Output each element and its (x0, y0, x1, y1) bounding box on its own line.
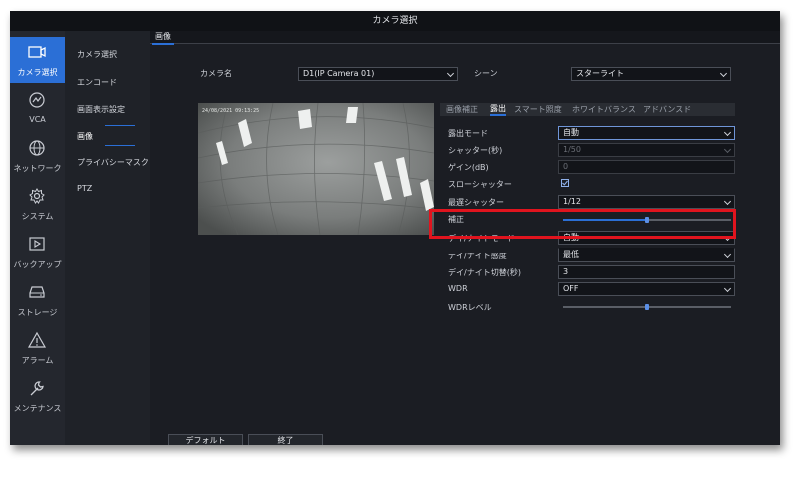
camera-preview[interactable]: 24/08/2021 09:13:25 (198, 103, 434, 235)
main-nav: カメラ選択 VCA ネットワーク システム バックアップ ストレージ アラーム … (10, 31, 65, 445)
camera-select-value: D1(IP Camera 01) (303, 69, 375, 78)
scene-select[interactable]: スターライト (571, 67, 731, 81)
check-icon (562, 180, 568, 186)
tab-bar: 画像 (150, 31, 780, 45)
wdr-select[interactable]: OFF (558, 282, 735, 296)
chevron-down-icon (723, 250, 732, 259)
wdr-value: OFF (563, 284, 579, 293)
settings-tabs: 画像補正 露出 スマート照度 ホワイトバランス アドバンスド (440, 103, 735, 116)
gain-label: ゲイン(dB) (448, 163, 489, 172)
tab-image[interactable]: 画像 (152, 31, 174, 45)
nav-item-vca[interactable]: VCA (10, 85, 65, 131)
nav-item-maintenance[interactable]: メンテナンス (10, 373, 65, 419)
day-night-switch-input[interactable]: 3 (558, 265, 735, 279)
nav-label: ストレージ (17, 308, 58, 317)
scene-select-value: スターライト (576, 69, 624, 78)
slow-shutter-checkbox[interactable] (561, 179, 569, 187)
day-night-sensitivity-select[interactable]: 最低 (558, 248, 735, 262)
chevron-down-icon (723, 145, 732, 154)
subnav-active-indicator (105, 145, 135, 146)
subnav-item-image[interactable]: 画像 (77, 131, 93, 142)
wdr-label: WDR (448, 284, 468, 293)
nav-item-storage[interactable]: ストレージ (10, 277, 65, 323)
subnav-divider (105, 125, 135, 126)
chevron-down-icon (723, 128, 732, 137)
day-night-sensitivity-label: デイ/ナイト感度 (448, 251, 507, 260)
nav-label: メンテナンス (13, 404, 62, 413)
gain-value: 0 (563, 162, 569, 171)
title-bar: カメラ選択 (10, 11, 780, 31)
day-night-sensitivity-value: 最低 (563, 250, 579, 259)
shutter-label: シャッター(秒) (448, 146, 503, 155)
exposure-mode-value: 自動 (563, 128, 579, 137)
subnav-item-privacy-mask[interactable]: プライバシーマスク (77, 157, 149, 168)
tab-exposure[interactable]: 露出 (490, 103, 506, 116)
preview-timestamp: 24/08/2021 09:13:25 (202, 108, 259, 114)
slow-shutter-label: スローシャッター (448, 180, 512, 189)
globe-icon (29, 140, 45, 156)
nav-item-network[interactable]: ネットワーク (10, 133, 65, 179)
nav-item-alarm[interactable]: アラーム (10, 325, 65, 371)
nav-label: ネットワーク (13, 164, 62, 173)
sub-nav: カメラ選択 エンコード 画面表示設定 画像 プライバシーマスク PTZ (65, 31, 150, 445)
wdr-level-slider-handle[interactable] (645, 304, 649, 310)
exposure-mode-select[interactable]: 自動 (558, 126, 735, 140)
max-shutter-select[interactable]: 1/12 (558, 195, 735, 209)
tab-white-balance[interactable]: ホワイトバランス (572, 103, 636, 116)
nav-item-backup[interactable]: バックアップ (10, 229, 65, 275)
exit-button[interactable]: 終了 (248, 434, 323, 445)
tab-advanced[interactable]: アドバンスド (643, 103, 691, 116)
day-night-switch-label: デイ/ナイト切替(秒) (448, 268, 521, 277)
nav-label: VCA (29, 115, 46, 124)
wrench-icon (30, 381, 44, 396)
alarm-icon (27, 331, 47, 348)
gear-icon (29, 188, 45, 204)
shutter-select[interactable]: 1/50 (558, 143, 735, 157)
camera-preview-image: 24/08/2021 09:13:25 (198, 103, 434, 235)
tab-smart-illumination[interactable]: スマート照度 (514, 103, 562, 116)
chevron-down-icon (723, 284, 732, 293)
scene-label: シーン (474, 69, 498, 78)
day-night-switch-value: 3 (563, 267, 569, 276)
nav-label: バックアップ (13, 260, 62, 269)
exposure-mode-label: 露出モード (448, 129, 488, 138)
nav-label: カメラ選択 (17, 68, 58, 77)
camera-label: カメラ名 (200, 69, 232, 78)
window-title: カメラ選択 (372, 16, 418, 26)
vca-icon (29, 92, 45, 108)
subnav-item-display[interactable]: 画面表示設定 (77, 104, 125, 115)
highlight-box (429, 209, 736, 239)
gain-input[interactable]: 0 (558, 160, 735, 174)
nav-label: システム (21, 212, 54, 221)
subnav-item-camera[interactable]: カメラ選択 (77, 49, 117, 60)
wdr-level-label: WDRレベル (448, 303, 492, 312)
subnav-item-ptz[interactable]: PTZ (77, 184, 92, 193)
max-shutter-value: 1/12 (563, 197, 581, 206)
chevron-down-icon (446, 69, 455, 78)
subnav-item-encode[interactable]: エンコード (77, 77, 117, 88)
nav-item-camera[interactable]: カメラ選択 (10, 37, 65, 83)
tab-image-adjust[interactable]: 画像補正 (446, 103, 478, 116)
default-button[interactable]: デフォルト (168, 434, 243, 445)
camera-icon (28, 46, 46, 58)
storage-icon (29, 286, 45, 298)
backup-icon (29, 237, 45, 251)
nav-label: アラーム (21, 356, 54, 365)
max-shutter-label: 最遅シャッター (448, 198, 504, 207)
chevron-down-icon (719, 69, 728, 78)
shutter-value: 1/50 (563, 145, 581, 154)
chevron-down-icon (723, 197, 732, 206)
nav-item-system[interactable]: システム (10, 181, 65, 227)
camera-select[interactable]: D1(IP Camera 01) (298, 67, 458, 81)
